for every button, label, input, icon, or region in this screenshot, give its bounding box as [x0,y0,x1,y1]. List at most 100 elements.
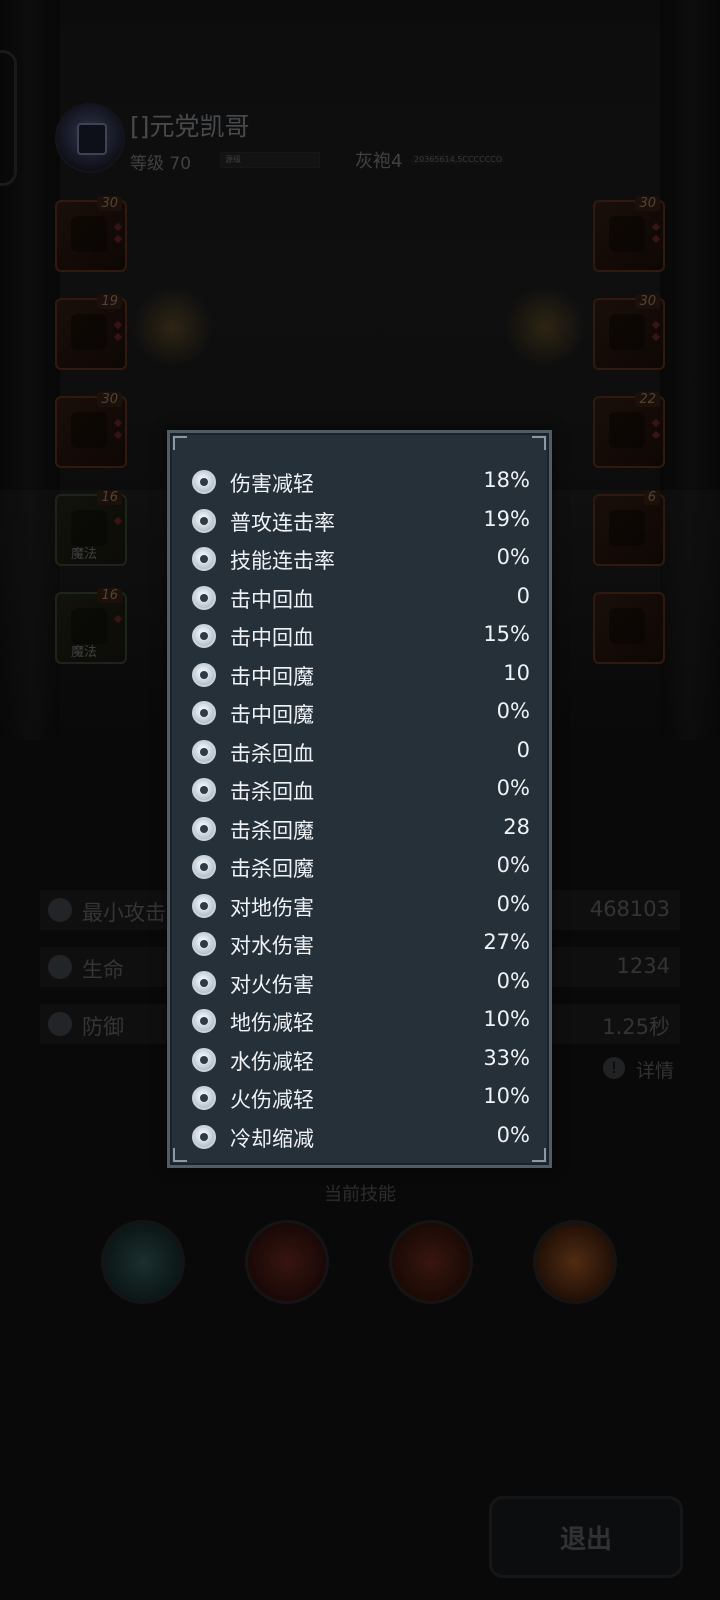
robe-id: 20365614,5CCCCCCO [411,154,506,165]
attribute-label: 击中回血 [230,626,314,650]
equip-slot-right-5[interactable] [593,592,665,664]
attribute-label: 击中回魔 [230,664,314,689]
exp-label: 源级 [225,155,241,164]
attribute-label: 技能连击率 [230,549,335,573]
equip-slot-right-1[interactable]: 30 [593,196,665,272]
gem-icon [651,430,661,440]
gem-icon [113,234,123,244]
gem-icon [113,332,123,342]
attribute-label: 火伤减轻 [230,1088,314,1112]
attribute-label: 击中回血 [230,587,314,612]
attribute-row: 普攻连击率 19% [192,505,530,544]
equip-slot-right-4[interactable]: 6 [593,490,665,566]
kill-mana-icon [192,816,216,841]
necklace-icon [609,412,645,448]
equip-slot-left-4[interactable]: 16 魔法 [55,490,127,566]
robe-title: 灰袍4 [355,151,403,172]
player-name: []元党凯哥 [130,112,250,141]
equip-level: 30 [635,294,660,309]
attribute-label: 击杀回血 [230,741,314,766]
equip-level: 30 [97,196,122,211]
kill-heal-icon [192,778,216,802]
boots-icon [71,412,107,448]
attribute-label: 击杀回魔 [230,857,314,881]
kill-heal-icon [192,739,216,764]
stat-value: 468103 [589,897,670,921]
skill-slot-3[interactable] [389,1220,473,1304]
panel-corner [173,436,187,450]
equip-level: 30 [97,392,122,407]
helmet-icon [71,608,107,644]
attribute-row: 击杀回血 0 [192,736,530,775]
attribute-value: 0 [516,737,530,762]
skill-slot-2[interactable] [245,1220,329,1304]
attribute-row: 击中回血 0 [192,582,530,621]
attribute-label: 对地伤害 [230,895,314,920]
gem-icon [651,234,661,244]
hit-mana-icon [192,662,216,687]
attribute-value: 27% [483,930,530,954]
detail-link[interactable]: 详情 [636,1056,674,1083]
stat-label: 防御 [82,1015,124,1039]
water-icon [192,932,216,956]
hex-frame-edge [0,50,17,186]
equip-slot-right-3[interactable]: 22 [593,392,665,468]
attribute-row: 对火伤害 0% [192,967,530,1006]
attribute-value: 18% [483,468,530,492]
attribute-row: 击杀回血 0% [192,774,530,813]
equip-slot-left-3[interactable]: 30 [55,392,127,468]
combo-icon [192,508,216,533]
attribute-row: 冷却缩减 0% [192,1121,530,1160]
hourglass-icon [192,1124,216,1149]
equip-slot-left-5[interactable]: 16 魔法 [55,588,127,664]
attribute-row: 伤害减轻 18% [192,466,530,505]
attribute-label: 击中回魔 [230,703,314,727]
attribute-label: 普攻连击率 [230,510,335,535]
attribute-label: 水伤减轻 [230,1049,314,1074]
equip-level: 16 [97,588,122,603]
attribute-value: 0% [496,699,530,723]
equip-slot-left-2[interactable]: 19 [55,294,127,370]
equip-slot-right-2[interactable]: 30 [593,294,665,370]
attribute-row: 技能连击率 0% [192,543,530,582]
earth-resist-icon [192,1009,216,1033]
gem-icon [651,320,661,330]
equip-level: 19 [97,294,122,309]
equip-slot-left-1[interactable]: 30 [55,196,127,272]
fire-resist-icon [192,1086,216,1110]
gem-icon [113,516,123,526]
attribute-label: 击杀回魔 [230,818,314,843]
attribute-value: 0% [496,968,530,993]
attribute-value: 0% [496,1122,530,1147]
amulet-icon [609,510,645,546]
hit-mana-icon [192,701,216,725]
attribute-label: 冷却缩减 [230,1126,314,1151]
player-header: []元党凯哥 等级 70 源级 灰袍4 20365614,5CCCCCCO [55,103,575,174]
attribute-value: 0% [496,776,530,800]
gem-icon [113,418,123,428]
attribute-value: 0% [496,545,530,569]
skill-slot-1[interactable] [101,1220,185,1304]
shield-icon [48,1012,72,1036]
attribute-row: 击中回血 15% [192,620,530,659]
attribute-label: 击杀回血 [230,780,314,804]
attribute-value: 19% [483,506,530,531]
hood-icon [71,216,107,252]
attribute-row: 火伤减轻 10% [192,1082,530,1121]
attribute-row: 对水伤害 27% [192,928,530,967]
info-icon[interactable]: ! [603,1057,625,1079]
attribute-label: 对水伤害 [230,934,314,958]
ring-icon [609,314,645,350]
exit-button[interactable]: 退出 [489,1496,683,1578]
equip-level: 22 [635,392,660,407]
stat-value: 1.25秒 [602,1015,670,1039]
armor-icon [192,470,216,494]
attribute-row: 击杀回魔 0% [192,851,530,890]
fire-icon [192,970,216,995]
gem-icon [651,418,661,428]
attribute-value: 15% [483,622,530,646]
attribute-row: 击中回魔 0% [192,697,530,736]
attribute-row: 地伤减轻 10% [192,1005,530,1044]
stat-label: 生命 [82,958,124,982]
skill-slot-4[interactable] [533,1220,617,1304]
